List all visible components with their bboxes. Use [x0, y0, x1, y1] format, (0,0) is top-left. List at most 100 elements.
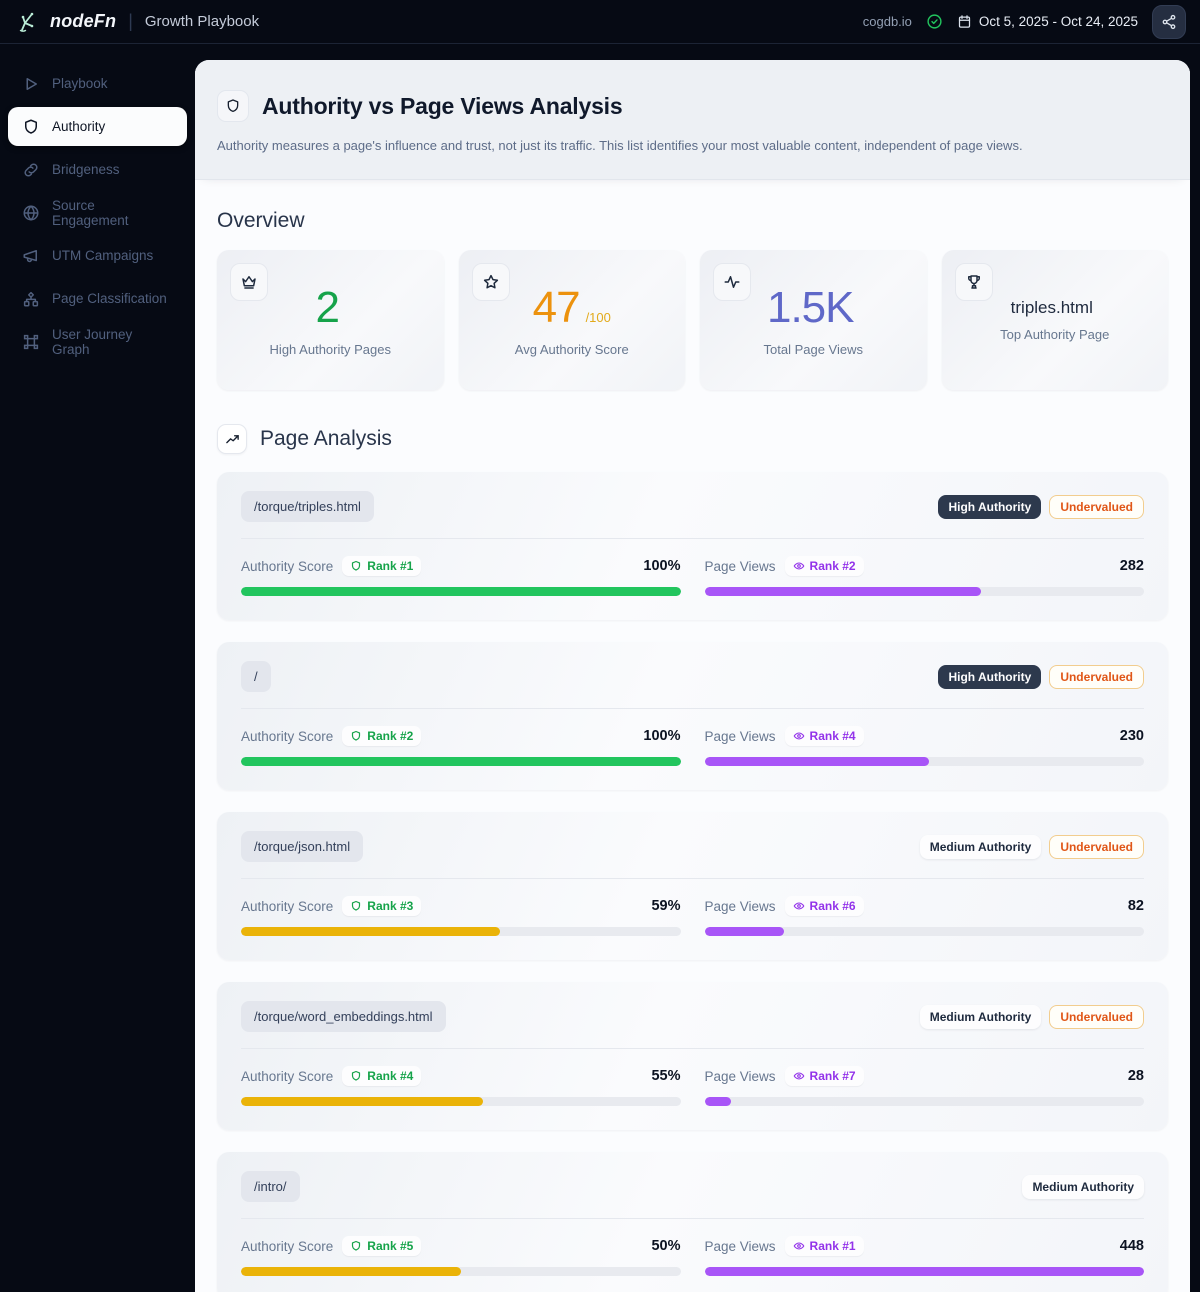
authority-score-value: 50%	[651, 1238, 681, 1254]
authority-rank-badge: Rank #5	[342, 1236, 422, 1256]
play-icon	[22, 75, 40, 93]
badge-group: High Authority Undervalued	[938, 664, 1144, 689]
page-card: /torque/word_embeddings.html Medium Auth…	[217, 982, 1168, 1130]
views-rank-label: Rank #1	[809, 1239, 856, 1253]
shield-icon	[352, 1070, 361, 1081]
sidebar-nav: Playbook Authority Bridgeness Source Eng…	[0, 60, 195, 1292]
page-views-value: 448	[1119, 1238, 1144, 1254]
sidebar-item-user-journey-graph[interactable]: User Journey Graph	[8, 322, 187, 361]
stat-card: 47 /100 Avg Authority Score	[458, 250, 685, 390]
sidebar-item-label: Bridgeness	[52, 162, 120, 177]
eye-icon	[793, 1072, 804, 1080]
topbar: nodeFn | Growth Playbook cogdb.io Oct 5,…	[0, 0, 1200, 44]
sidebar-item-bridgeness[interactable]: Bridgeness	[8, 150, 187, 189]
globe-icon	[22, 204, 40, 222]
activity-icon	[713, 263, 751, 301]
views-progress-fill	[704, 1267, 1144, 1276]
page-card: /torque/json.html Medium Authority Underv…	[217, 812, 1168, 960]
authority-progress-fill	[241, 1097, 483, 1106]
shield-icon	[22, 118, 40, 136]
views-metric: Page Views Rank #7 28	[704, 1066, 1144, 1106]
authority-level-badge: Medium Authority	[1022, 1174, 1144, 1199]
views-progress-track	[704, 757, 1144, 766]
page-views-value: 230	[1119, 728, 1144, 744]
date-range-picker[interactable]: Oct 5, 2025 - Oct 24, 2025	[957, 14, 1138, 29]
sidebar-item-playbook[interactable]: Playbook	[8, 64, 187, 103]
stat-label: Top Authority Page	[1000, 327, 1110, 342]
authority-score-value: 100%	[643, 728, 681, 744]
authority-progress-fill	[241, 587, 681, 596]
authority-rank-label: Rank #3	[367, 899, 414, 913]
page-path: /intro/	[241, 1171, 300, 1202]
views-progress-track	[704, 587, 1144, 596]
authority-rank-label: Rank #2	[367, 729, 414, 743]
domain-label: cogdb.io	[862, 14, 912, 29]
nodefn-logo-icon	[16, 10, 40, 34]
authority-progress-track	[241, 1267, 681, 1276]
stat-label: Total Page Views	[763, 342, 864, 357]
eye-icon	[793, 1242, 804, 1250]
authority-rank-badge: Rank #3	[342, 896, 422, 916]
sidebar-item-authority[interactable]: Authority	[8, 107, 187, 146]
shield-icon	[217, 90, 249, 122]
topbar-divider: |	[128, 11, 133, 31]
link-icon	[22, 161, 40, 179]
authority-level-badge: Medium Authority	[919, 834, 1042, 859]
stat-value: 2	[315, 283, 341, 332]
authority-rank-badge: Rank #4	[342, 1066, 422, 1086]
authority-rank-label: Rank #1	[367, 559, 414, 573]
authority-score-label: Authority Score	[241, 558, 334, 574]
authority-metric: Authority Score Rank #2 100%	[241, 726, 681, 766]
authority-progress-fill	[241, 1267, 461, 1276]
undervalued-badge: Undervalued	[1049, 834, 1144, 859]
authority-score-value: 55%	[651, 1068, 681, 1084]
stat-card: 1.5K Total Page Views	[700, 250, 927, 390]
authority-progress-track	[241, 927, 681, 936]
sidebar-item-utm-campaigns[interactable]: UTM Campaigns	[8, 236, 187, 275]
views-metric: Page Views Rank #2 282	[704, 556, 1144, 596]
authority-progress-fill	[241, 927, 501, 936]
sidebar-item-label: UTM Campaigns	[52, 248, 154, 263]
crown-icon	[230, 263, 268, 301]
authority-progress-track	[241, 587, 681, 596]
stat-value: 1.5K	[766, 283, 855, 332]
sidebar-item-label: Authority	[52, 119, 106, 134]
eye-icon	[793, 562, 804, 570]
views-rank-label: Rank #4	[809, 729, 856, 743]
undervalued-badge: Undervalued	[1049, 664, 1144, 689]
megaphone-icon	[22, 247, 40, 265]
authority-progress-track	[241, 1097, 681, 1106]
brand-name: nodeFn	[50, 11, 117, 31]
authority-progress-fill	[241, 757, 681, 766]
views-metric: Page Views Rank #1 448	[704, 1236, 1144, 1276]
share-button[interactable]	[1152, 4, 1186, 39]
shield-icon	[352, 1240, 361, 1251]
stat-card: 2 High Authority Pages	[217, 250, 444, 390]
badge-group: Medium Authority Undervalued	[919, 834, 1144, 859]
authority-rank-label: Rank #5	[367, 1239, 414, 1253]
page-card: / High Authority Undervalued Authority Sc…	[217, 642, 1168, 790]
authority-progress-track	[241, 757, 681, 766]
authority-level-badge: High Authority	[938, 494, 1042, 519]
page-views-value: 28	[1127, 1068, 1144, 1084]
views-rank-badge: Rank #2	[784, 556, 864, 576]
authority-score-value: 59%	[651, 898, 681, 914]
vector-square-icon	[22, 333, 40, 351]
authority-rank-badge: Rank #1	[342, 556, 422, 576]
page-header: Authority vs Page Views Analysis Authori…	[195, 60, 1190, 179]
views-rank-badge: Rank #6	[784, 896, 864, 916]
authority-score-value: 100%	[643, 558, 681, 574]
overview-section-title: Overview	[217, 209, 305, 232]
page-analysis-section-title: Page Analysis	[260, 427, 392, 450]
authority-score-label: Authority Score	[241, 1238, 334, 1254]
sidebar-item-label: Source Engagement	[52, 197, 129, 228]
sidebar-item-page-classification[interactable]: Page Classification	[8, 279, 187, 318]
page-card: /intro/ Medium Authority Authority Score…	[217, 1152, 1168, 1292]
authority-score-label: Authority Score	[241, 728, 334, 744]
page-views-label: Page Views	[704, 1068, 776, 1084]
main-panel: Authority vs Page Views Analysis Authori…	[195, 60, 1190, 1292]
views-rank-label: Rank #2	[809, 559, 856, 573]
app-title: Growth Playbook	[144, 13, 260, 30]
undervalued-badge: Undervalued	[1049, 494, 1144, 519]
sidebar-item-source-engagement[interactable]: Source Engagement	[8, 193, 187, 232]
